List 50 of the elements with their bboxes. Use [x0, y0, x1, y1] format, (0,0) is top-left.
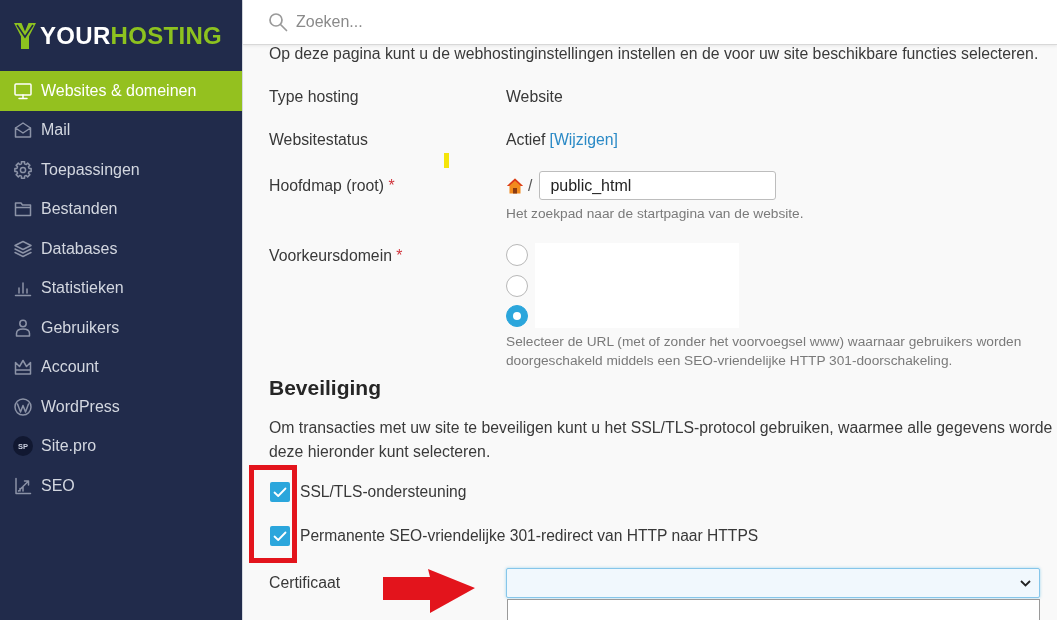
hint-text: Selecteer de URL (met of zonder het voorvoegsel www) waarnaar gebruikers worden doorgeschakeld middels een SEO-vriendelijke HTTP 301-doorschakeling. [506, 333, 1022, 370]
user-icon [13, 317, 33, 338]
checkbox[interactable] [270, 526, 290, 546]
house-icon [506, 176, 524, 195]
checkbox-label: SSL/TLS-ondersteuning [300, 482, 467, 503]
monitor-icon [13, 80, 33, 101]
checkbox[interactable] [270, 482, 290, 502]
gear-icon [13, 159, 33, 180]
check-icon [273, 530, 287, 542]
check-icon [273, 486, 287, 498]
change-link[interactable]: [Wijzigen] [549, 128, 618, 152]
radio-button[interactable] [506, 244, 528, 266]
certificate-select[interactable] [506, 568, 1040, 598]
nav-item[interactable]: Statistieken [0, 268, 242, 308]
path-separator: / [528, 175, 533, 196]
nav-item[interactable]: WordPress [0, 387, 242, 427]
field-label: Websitestatus [269, 130, 368, 151]
checkbox-label: Permanente SEO-vriendelijke 301-redirect van HTTP naar HTTPS [300, 526, 759, 547]
radio-button[interactable] [506, 274, 528, 297]
envelope-icon [13, 120, 33, 141]
layers-icon [13, 238, 33, 259]
nav-item[interactable]: Gebruikers [0, 308, 242, 348]
nav-item[interactable]: Databases [0, 229, 242, 269]
logo-mark-icon [14, 22, 36, 49]
logo-wordmark: YOURHOSTING [40, 23, 222, 48]
crown-icon [13, 357, 33, 378]
circled-w-icon [13, 396, 33, 417]
field-label: Hoofdmap (root) * [269, 175, 395, 196]
nav-item[interactable]: SEO [0, 466, 242, 506]
field-label: Voorkeursdomein * [269, 246, 403, 266]
radio-button[interactable] [506, 305, 528, 327]
nav-item[interactable]: Bestanden [0, 189, 242, 229]
nav-item[interactable]: Account [0, 347, 242, 387]
field-label: Type hosting [269, 87, 359, 108]
search-input[interactable]: Zoeken... [296, 7, 1057, 37]
trend-chart-icon [13, 475, 33, 496]
hint-text: Het zoekpad naar de startpagina van de website. [506, 206, 804, 222]
root-folder-input[interactable]: public_html [539, 171, 777, 200]
highlight-mark [444, 153, 449, 168]
search-bar[interactable]: Zoeken... [243, 0, 1057, 45]
search-icon [268, 12, 288, 32]
section-heading: Beveiliging [269, 375, 383, 401]
field-label: Certificaat [269, 573, 341, 594]
status-value: Actief [506, 130, 546, 151]
description-text: Om transacties met uw site te beveiligen kunt u het SSL/TLS-protocol gebruiken, waarmee alle gegevens worde deze hieronder kunt selecteren. [269, 418, 1054, 462]
intro-text: Op deze pagina kunt u de webhostinginstellingen instellen en de voor uw site beschikbare functies selecteren. [269, 45, 1040, 63]
chevron-down-icon [1020, 579, 1031, 587]
nav-item[interactable]: Mail [0, 110, 242, 150]
field-value: Website [506, 87, 563, 108]
nav-item[interactable]: Toepassingen [0, 150, 242, 190]
